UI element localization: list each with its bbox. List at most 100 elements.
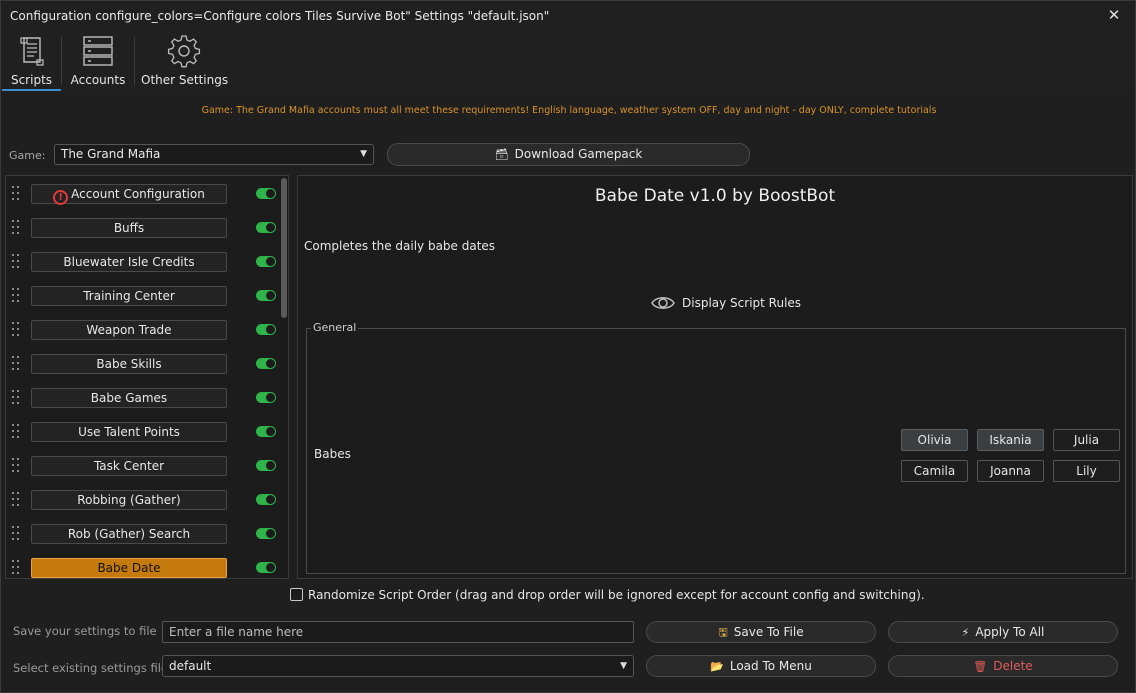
script-row[interactable]: Bluewater Isle Credits xyxy=(6,244,280,278)
script-label: Task Center xyxy=(93,459,165,473)
script-description: Completes the daily babe dates xyxy=(304,239,496,253)
drag-handle-icon[interactable] xyxy=(12,558,22,576)
script-row[interactable]: Babe Date xyxy=(6,550,280,578)
drag-handle-icon[interactable] xyxy=(12,456,22,474)
script-label: Babe Date xyxy=(97,561,161,575)
script-button[interactable]: Use Talent Points xyxy=(31,422,227,442)
script-enabled-toggle[interactable] xyxy=(256,256,276,267)
close-icon[interactable]: ✕ xyxy=(1105,6,1123,24)
select-settings-label: Select existing settings file xyxy=(13,661,168,675)
script-button[interactable]: Babe Games xyxy=(31,388,227,408)
game-select[interactable]: The Grand Mafia ▼ xyxy=(54,144,374,165)
script-enabled-toggle[interactable] xyxy=(256,358,276,369)
script-label: Rob (Gather) Search xyxy=(67,527,191,541)
babe-option-button[interactable]: Julia xyxy=(1053,429,1120,451)
eye-icon xyxy=(651,297,675,309)
babe-option-button[interactable]: Iskania xyxy=(977,429,1044,451)
settings-file-select[interactable]: default ▼ xyxy=(162,655,634,677)
box-icon: 🗃 xyxy=(494,148,509,161)
drag-handle-icon[interactable] xyxy=(12,320,22,338)
scroll-icon xyxy=(19,37,44,66)
script-label: Use Talent Points xyxy=(78,425,180,439)
tab-accounts[interactable]: Accounts xyxy=(67,31,129,91)
script-detail-panel: Babe Date v1.0 by BoostBot Completes the… xyxy=(297,175,1133,579)
drag-handle-icon[interactable] xyxy=(12,524,22,542)
apply-to-all-button[interactable]: ⚡ Apply To All xyxy=(888,621,1118,643)
script-label: Account Configuration xyxy=(71,187,205,201)
script-list-scrollbar[interactable] xyxy=(280,176,288,578)
drag-handle-icon[interactable] xyxy=(12,184,22,202)
server-rack-icon xyxy=(83,36,113,66)
script-button[interactable]: Buffs xyxy=(31,218,227,238)
save-to-file-button[interactable]: 🖫 Save To File xyxy=(646,621,876,643)
script-button[interactable]: ! Account Configuration xyxy=(31,184,227,205)
settings-file-value: default xyxy=(169,659,212,673)
game-label: Game: xyxy=(9,149,46,162)
title-bar: Configuration configure_colors=Configure… xyxy=(1,1,1135,31)
script-enabled-toggle[interactable] xyxy=(256,290,276,301)
save-to-file-label: Save To File xyxy=(733,625,804,639)
tab-scripts[interactable]: Scripts xyxy=(2,31,61,91)
randomize-checkbox[interactable] xyxy=(290,588,303,601)
download-gamepack-button[interactable]: 🗃 Download Gamepack xyxy=(387,143,750,166)
script-enabled-toggle[interactable] xyxy=(256,562,276,573)
script-enabled-toggle[interactable] xyxy=(256,460,276,471)
script-row[interactable]: Training Center xyxy=(6,278,280,312)
script-enabled-toggle[interactable] xyxy=(256,188,276,199)
drag-handle-icon[interactable] xyxy=(12,286,22,304)
load-to-menu-button[interactable]: 📂 Load To Menu xyxy=(646,655,876,677)
script-button[interactable]: Training Center xyxy=(31,286,227,306)
general-group: General Babes Olivia Iskania Julia Camila Jo… xyxy=(306,321,1126,574)
script-enabled-toggle[interactable] xyxy=(256,528,276,539)
trash-icon: 🗑 xyxy=(973,660,988,673)
drag-handle-icon[interactable] xyxy=(12,422,22,440)
configuration-window: Configuration configure_colors=Configure… xyxy=(0,0,1136,693)
script-row[interactable]: Babe Games xyxy=(6,380,280,414)
babe-option-button[interactable]: Lily xyxy=(1053,460,1120,482)
script-label: Robbing (Gather) xyxy=(77,493,181,507)
babe-option-button[interactable]: Camila xyxy=(901,460,968,482)
script-enabled-toggle[interactable] xyxy=(256,392,276,403)
script-row[interactable]: Weapon Trade xyxy=(6,312,280,346)
lightning-icon: ⚡ xyxy=(961,626,970,639)
apply-to-all-label: Apply To All xyxy=(975,625,1045,639)
script-row[interactable]: Babe Skills xyxy=(6,346,280,380)
script-label: Buffs xyxy=(113,221,145,235)
script-label: Weapon Trade xyxy=(86,323,172,337)
script-enabled-toggle[interactable] xyxy=(256,222,276,233)
script-enabled-toggle[interactable] xyxy=(256,494,276,505)
script-row[interactable]: Rob (Gather) Search xyxy=(6,516,280,550)
script-button[interactable]: Robbing (Gather) xyxy=(31,490,227,510)
babe-option-button[interactable]: Olivia xyxy=(901,429,968,451)
script-button[interactable]: Babe Skills xyxy=(31,354,227,374)
script-enabled-toggle[interactable] xyxy=(256,426,276,437)
babe-option-button[interactable]: Joanna xyxy=(977,460,1044,482)
scrollbar-thumb[interactable] xyxy=(281,178,287,318)
drag-handle-icon[interactable] xyxy=(12,388,22,406)
tab-other-settings[interactable]: Other Settings xyxy=(141,31,228,91)
delete-button[interactable]: 🗑 Delete xyxy=(888,655,1118,677)
delete-label: Delete xyxy=(993,659,1033,673)
script-button[interactable]: Rob (Gather) Search xyxy=(31,524,227,544)
drag-handle-icon[interactable] xyxy=(12,252,22,270)
script-button[interactable]: Weapon Trade xyxy=(31,320,227,340)
script-row[interactable]: Task Center xyxy=(6,448,280,482)
script-row[interactable]: Robbing (Gather) xyxy=(6,482,280,516)
folder-open-icon: 📂 xyxy=(710,660,724,673)
download-gamepack-label: Download Gamepack xyxy=(514,147,643,161)
script-button[interactable]: Bluewater Isle Credits xyxy=(31,252,227,272)
game-requirements-notice: Game: The Grand Mafia accounts must all … xyxy=(201,105,937,116)
drag-handle-icon[interactable] xyxy=(12,218,22,236)
script-label: Training Center xyxy=(83,289,175,303)
script-button[interactable]: Task Center xyxy=(31,456,227,476)
script-label: Babe Skills xyxy=(96,357,162,371)
file-name-input[interactable] xyxy=(162,621,634,643)
script-row[interactable]: Buffs xyxy=(6,210,280,244)
drag-handle-icon[interactable] xyxy=(12,354,22,372)
script-row[interactable]: ! Account Configuration xyxy=(6,176,280,210)
script-button[interactable]: Babe Date xyxy=(31,558,227,578)
top-toolbar: Scripts Accounts Other Settings xyxy=(1,31,1135,91)
script-row[interactable]: Use Talent Points xyxy=(6,414,280,448)
script-enabled-toggle[interactable] xyxy=(256,324,276,335)
drag-handle-icon[interactable] xyxy=(12,490,22,508)
